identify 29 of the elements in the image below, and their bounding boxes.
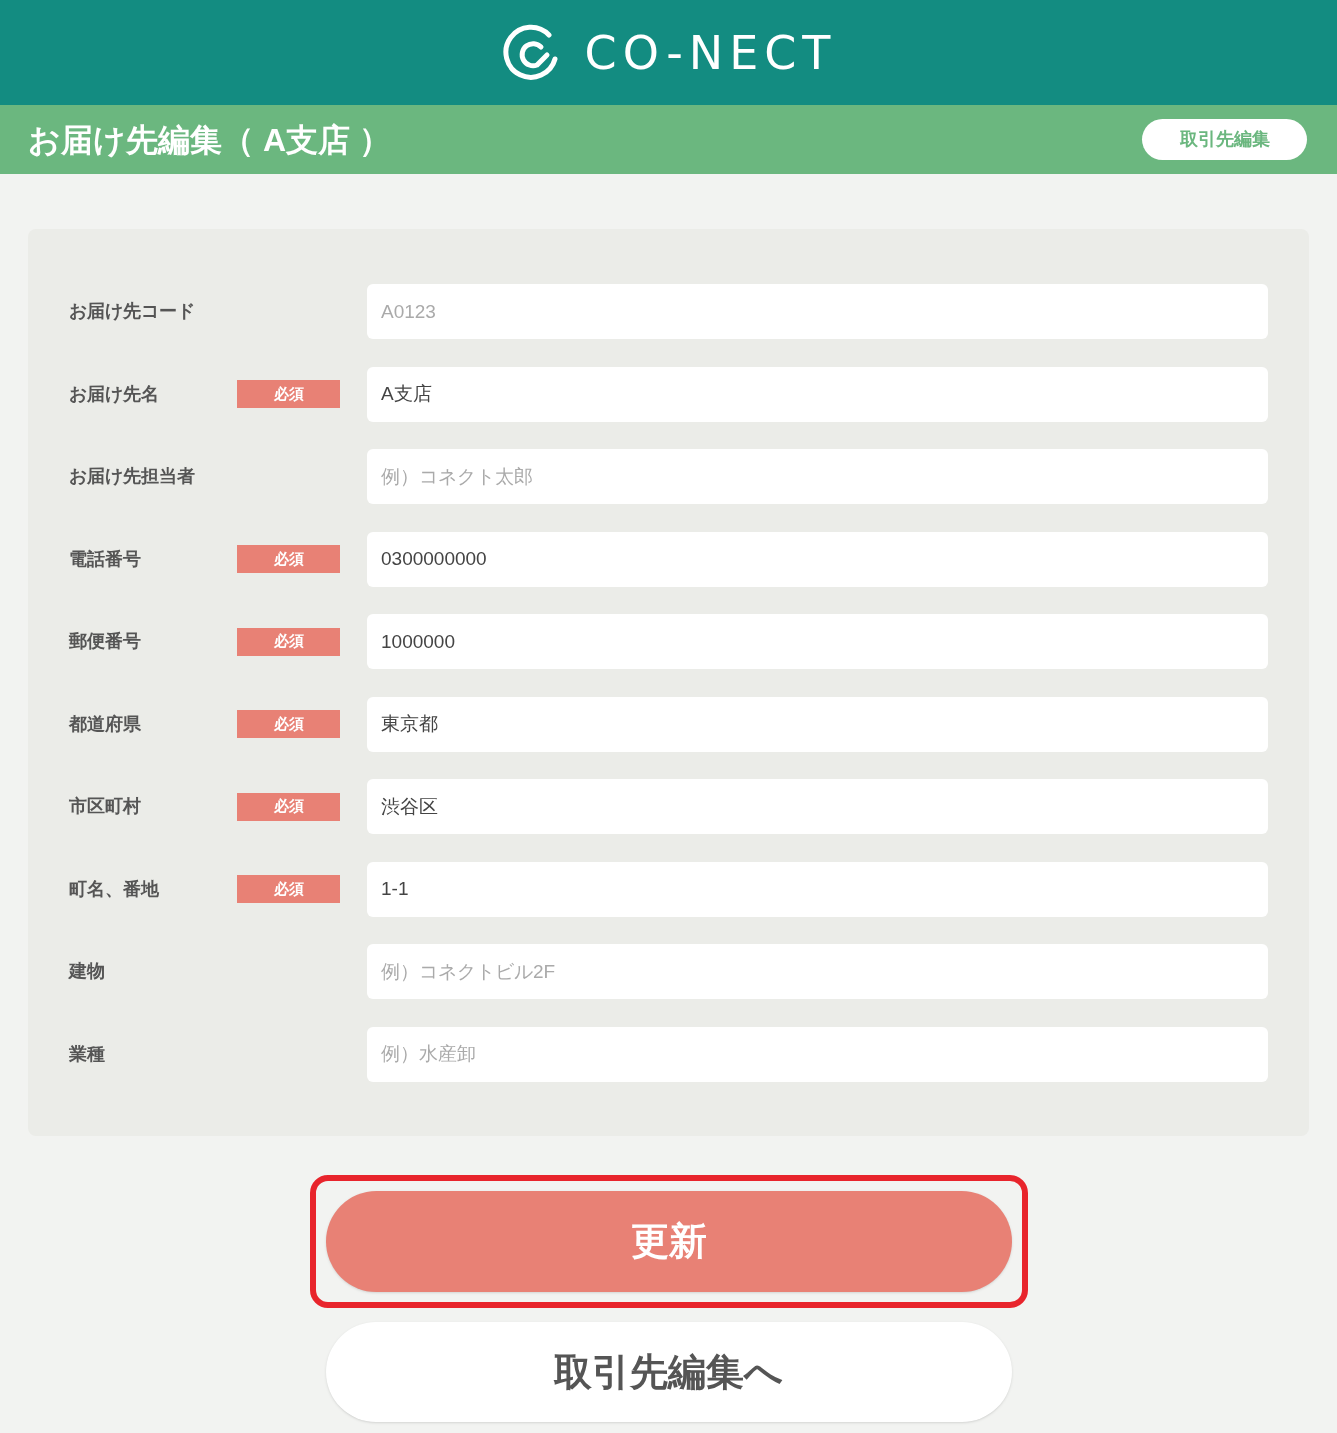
required-badge: 必須	[237, 380, 340, 408]
field-label: お届け先コード	[69, 300, 196, 323]
text-field[interactable]: 0300000000	[367, 531, 1268, 587]
text-field[interactable]: 東京都	[367, 696, 1268, 752]
page-title: お届け先編集（ A支店 ）	[28, 120, 391, 160]
required-badge: 必須	[237, 792, 340, 821]
field-label: 建物	[69, 960, 106, 983]
text-field[interactable]: 1000000	[367, 614, 1268, 669]
required-badge: 必須	[237, 710, 340, 738]
field-label: 都道府県	[69, 712, 142, 736]
field-label: お届け先担当者	[69, 465, 196, 488]
logo-text: CO-NECT	[584, 29, 837, 76]
text-field[interactable]: 例）コネクト太郎	[367, 449, 1268, 504]
text-field[interactable]: A支店	[367, 366, 1268, 422]
field-label: 郵便番号	[69, 630, 142, 653]
text-field[interactable]: 1-1	[367, 861, 1268, 917]
text-field[interactable]: 例）水産卸	[367, 1026, 1268, 1082]
field-label: 町名、番地	[69, 877, 160, 901]
text-field[interactable]: 例）コネクトビル2F	[367, 944, 1268, 999]
field-label: 電話番号	[69, 547, 142, 571]
text-field[interactable]: A0123	[367, 284, 1268, 339]
required-badge: 必須	[237, 875, 340, 903]
text-field[interactable]: 渋谷区	[367, 779, 1268, 834]
field-label: 市区町村	[69, 795, 142, 818]
required-badge: 必須	[237, 627, 340, 656]
back-button[interactable]: 取引先編集へ	[325, 1322, 1012, 1422]
field-label: 業種	[69, 1042, 106, 1066]
field-label: お届け先名	[69, 382, 160, 406]
required-badge: 必須	[237, 545, 340, 573]
